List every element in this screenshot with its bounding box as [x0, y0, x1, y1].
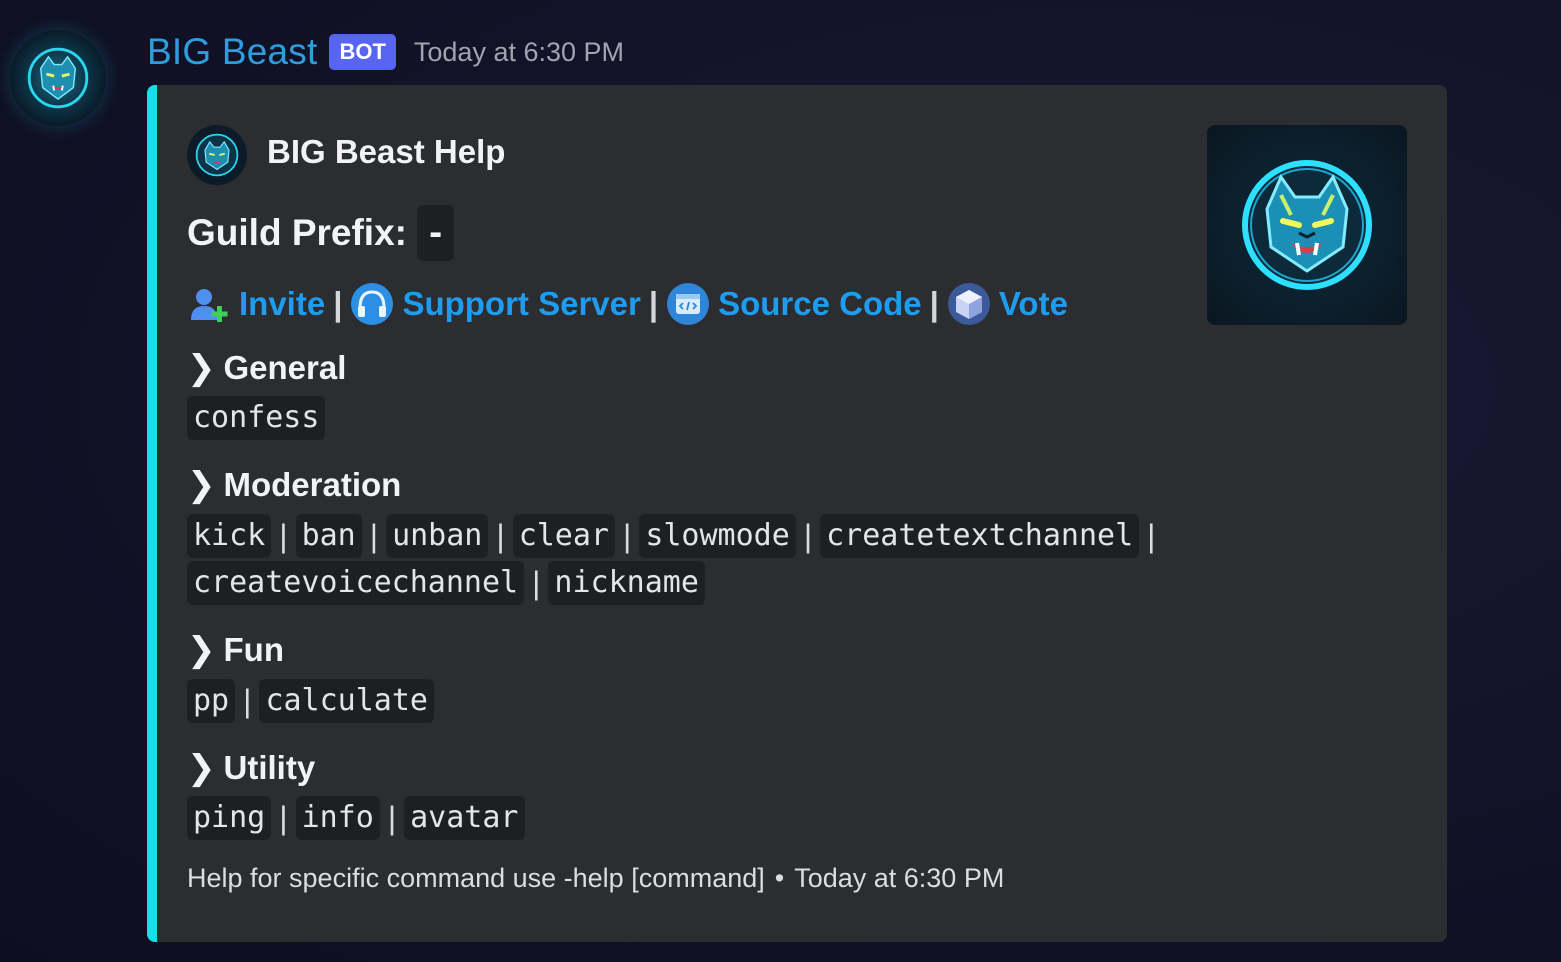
- command-code: pp: [187, 679, 236, 723]
- footer-dot: •: [774, 863, 785, 893]
- footer-timestamp: Today at 6:30 PM: [794, 863, 1005, 893]
- cube-icon: [947, 282, 991, 326]
- chevron-right-icon: ❯: [187, 631, 216, 669]
- command-code: clear: [512, 514, 615, 558]
- command-separator: |: [387, 799, 397, 836]
- footer-text: Help for specific command use -help [com…: [187, 863, 765, 893]
- command-code: slowmode: [639, 514, 796, 558]
- help-embed: BIG Beast Help Guild Prefix: - Invite | …: [147, 85, 1447, 942]
- link-separator: |: [929, 285, 939, 322]
- add-user-icon: [187, 282, 231, 326]
- source-code-link[interactable]: Source Code: [666, 282, 922, 326]
- chevron-right-icon: ❯: [187, 466, 216, 504]
- command-row: ping | info | avatar: [187, 796, 525, 840]
- embed-author-icon: [187, 125, 247, 185]
- command-code: nickname: [548, 561, 705, 605]
- prefix-label: Guild Prefix:: [187, 212, 407, 253]
- command-row: createvoicechannel | nickname: [187, 561, 705, 605]
- invite-link-label: Invite: [239, 285, 326, 322]
- embed-author-name: BIG Beast Help: [267, 133, 506, 170]
- embed-thumbnail[interactable]: [1207, 125, 1407, 325]
- prefix-value: -: [416, 205, 455, 261]
- code-window-icon: [666, 282, 710, 326]
- embed-footer: Help for specific command use -help [com…: [187, 863, 1004, 894]
- command-code: calculate: [259, 679, 434, 723]
- command-code: kick: [187, 514, 272, 558]
- section-title: Moderation: [223, 466, 402, 503]
- command-code: info: [295, 796, 380, 840]
- vote-link[interactable]: Vote: [947, 282, 1068, 326]
- command-separator: |: [496, 517, 505, 554]
- embed-links: Invite | Support Server | Source Code | …: [187, 278, 1068, 330]
- command-separator: |: [532, 564, 541, 601]
- tiger-logo-icon: [1242, 160, 1372, 290]
- section-moderation: ❯ Moderation: [187, 465, 401, 505]
- bot-avatar[interactable]: [10, 30, 106, 126]
- invite-link[interactable]: Invite: [187, 282, 325, 326]
- section-title: Utility: [223, 749, 316, 786]
- link-separator: |: [648, 285, 659, 322]
- message-timestamp: Today at 6:30 PM: [413, 36, 625, 67]
- section-fun: ❯ Fun: [187, 630, 284, 670]
- chevron-right-icon: ❯: [187, 349, 216, 387]
- source-code-link-label: Source Code: [718, 285, 922, 322]
- support-server-link-label: Support Server: [402, 285, 641, 322]
- section-title: General: [223, 349, 347, 386]
- guild-prefix: Guild Prefix: -: [187, 205, 455, 261]
- message-header: BIG Beast BOT Today at 6:30 PM: [147, 28, 624, 76]
- command-code: confess: [187, 396, 326, 440]
- command-code: avatar: [404, 796, 525, 840]
- command-row: pp | calculate: [187, 679, 434, 723]
- command-code: ping: [187, 796, 272, 840]
- command-code: createtextchannel: [820, 514, 1140, 558]
- vote-link-label: Vote: [998, 285, 1068, 322]
- command-code: createvoicechannel: [187, 561, 525, 605]
- command-row: confess: [187, 396, 326, 440]
- section-title: Fun: [223, 631, 284, 668]
- username[interactable]: BIG Beast: [147, 31, 317, 73]
- command-separator: |: [803, 517, 813, 554]
- tiger-logo-icon: [27, 47, 89, 109]
- command-separator: |: [369, 517, 379, 554]
- embed-accent-bar: [147, 85, 157, 942]
- chevron-right-icon: ❯: [187, 749, 216, 787]
- command-separator: |: [1147, 517, 1156, 554]
- command-code: ban: [295, 514, 362, 558]
- command-separator: |: [279, 799, 288, 836]
- section-utility: ❯ Utility: [187, 748, 315, 788]
- command-code: unban: [386, 514, 489, 558]
- link-separator: |: [333, 285, 343, 322]
- command-row: kick | ban | unban | clear | slowmode | …: [187, 514, 1163, 558]
- command-separator: |: [243, 682, 252, 719]
- command-separator: |: [623, 517, 632, 554]
- command-separator: |: [279, 517, 288, 554]
- headset-icon: [350, 282, 394, 326]
- support-server-link[interactable]: Support Server: [350, 282, 641, 326]
- section-general: ❯ General: [187, 348, 346, 388]
- bot-badge: BOT: [329, 34, 396, 70]
